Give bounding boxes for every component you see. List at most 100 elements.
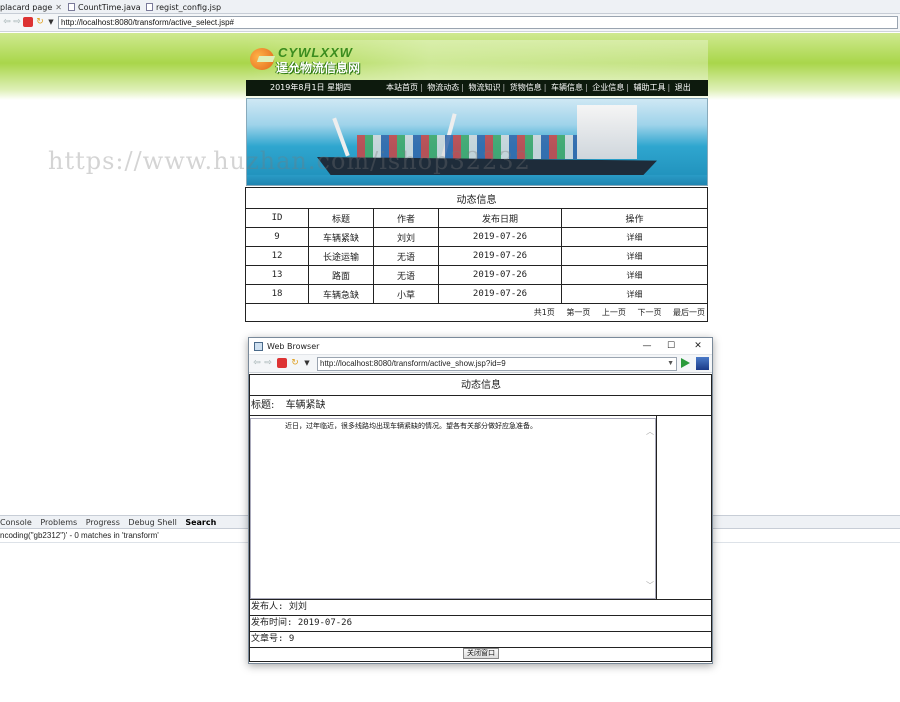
sea-water xyxy=(247,175,707,185)
popup-content: 动态信息 标题: 车辆紧缺 近日，过年临近，很多线路均出现车辆紧缺的情况。望各有… xyxy=(249,374,712,662)
detail-article-no: 文章号: 9 xyxy=(249,632,712,648)
logo-icon xyxy=(250,48,274,70)
detail-link[interactable]: 详细 xyxy=(561,284,708,304)
url-input[interactable]: http://localhost:8080/transform/active_s… xyxy=(58,16,898,29)
go-icon[interactable] xyxy=(681,358,690,368)
col-header-author: 作者 xyxy=(373,208,439,228)
java-file-icon xyxy=(68,3,75,11)
editor-tab-counttime[interactable]: CountTime.java xyxy=(68,2,141,13)
logo-english: CYWLXXW xyxy=(278,45,353,60)
popup-url-text: http://localhost:8080/transform/active_s… xyxy=(320,359,506,368)
editor-tab-regist-config[interactable]: regist_config.jsp xyxy=(146,2,221,13)
nav-logout[interactable]: 退出 xyxy=(675,83,691,92)
detail-button-row: 关闭窗口 xyxy=(249,648,712,662)
site-logo-area: CYWLXXW 逞允物流信息网 xyxy=(246,40,708,80)
chevron-down-icon[interactable]: ▼ xyxy=(302,358,312,368)
tab-label: CountTime.java xyxy=(78,3,141,12)
chevron-down-icon[interactable]: ▼ xyxy=(46,17,56,27)
popup-url-input[interactable]: http://localhost:8080/transform/active_s… xyxy=(317,357,677,371)
pager: 共1页 第一页 上一页 下一页 最后一页 xyxy=(245,303,708,322)
stop-icon[interactable] xyxy=(23,17,33,27)
search-result-line: ncoding("gb2312")' - 0 matches in 'trans… xyxy=(0,531,159,540)
ide-panel-tabs-right xyxy=(712,515,900,529)
open-external-icon[interactable] xyxy=(696,357,709,370)
jsp-file-icon xyxy=(146,3,153,11)
detail-link[interactable]: 详细 xyxy=(561,265,708,285)
cell-date: 2019-07-26 xyxy=(438,265,562,285)
tab-debug-shell[interactable]: Debug Shell xyxy=(128,518,176,527)
nav-cargo-info[interactable]: 货物信息 xyxy=(510,83,542,92)
popup-title: Web Browser xyxy=(267,342,320,351)
nav-logistics-knowledge[interactable]: 物流知识 xyxy=(469,83,501,92)
minimize-icon[interactable]: — xyxy=(636,338,658,354)
detail-title-label: 标题: xyxy=(251,400,275,411)
tab-label: placard page xyxy=(0,3,53,12)
col-header-title: 标题 xyxy=(308,208,374,228)
watermark-text: https://www.huzhan.com/ishop32232 xyxy=(48,147,531,175)
back-icon[interactable]: ⇦ xyxy=(2,17,12,27)
detail-heading: 动态信息 xyxy=(249,374,712,396)
cell-title: 路面 xyxy=(308,265,374,285)
detail-publisher: 发布人: 刘刘 xyxy=(249,600,712,616)
close-window-button[interactable]: 关闭窗口 xyxy=(463,648,499,659)
cell-title: 长途运输 xyxy=(308,246,374,266)
close-icon[interactable]: ✕ xyxy=(55,3,62,12)
cell-title: 车辆紧缺 xyxy=(308,227,374,247)
body-divider xyxy=(656,416,657,600)
tab-problems[interactable]: Problems xyxy=(40,518,77,527)
nav-home[interactable]: 本站首页 xyxy=(386,83,418,92)
logo-chinese: 逞允物流信息网 xyxy=(276,61,361,75)
chevron-down-icon[interactable]: ▼ xyxy=(667,358,674,370)
popup-window: Web Browser — ☐ ✕ ⇦ ⇨ ↻ ▼ http://localho… xyxy=(248,337,713,664)
pager-next[interactable]: 下一页 xyxy=(637,308,661,317)
table-header-row: ID 标题 作者 发布日期 操作 xyxy=(245,208,708,228)
col-header-action: 操作 xyxy=(561,208,708,228)
back-icon[interactable]: ⇦ xyxy=(252,358,262,368)
nav-links: 本站首页 | 物流动态 | 物流知识 | 货物信息 | 车辆信息 | 企业信息 | 辅助工具… xyxy=(386,83,691,92)
cell-author: 刘刘 xyxy=(373,227,439,247)
table-row: 13 路面 无语 2019-07-26 详细 xyxy=(245,265,708,285)
table-row: 9 车辆紧缺 刘刘 2019-07-26 详细 xyxy=(245,227,708,247)
detail-body-textarea[interactable]: 近日，过年临近，很多线路均出现车辆紧缺的情况。望各有关部分做好应急准备。 xyxy=(250,418,656,599)
maximize-icon[interactable]: ☐ xyxy=(660,338,682,354)
refresh-icon[interactable]: ↻ xyxy=(35,17,45,27)
refresh-icon[interactable]: ↻ xyxy=(290,358,300,368)
popup-titlebar[interactable]: Web Browser — ☐ ✕ xyxy=(249,338,712,355)
editor-tab-strip: placard page ✕ CountTime.java regist_conf… xyxy=(0,0,900,14)
editor-tab-placard[interactable]: placard page ✕ xyxy=(0,2,62,13)
table-row: 18 车辆急缺 小草 2019-07-26 详细 xyxy=(245,284,708,304)
tab-console[interactable]: Console xyxy=(0,518,32,527)
browser-toolbar: ⇦ ⇨ ↻ ▼ http://localhost:8080/transform/… xyxy=(0,14,900,32)
detail-link[interactable]: 详细 xyxy=(561,227,708,247)
news-table: 动态信息 ID 标题 作者 发布日期 操作 9 车辆紧缺 刘刘 2019-07-… xyxy=(245,187,708,322)
site-nav-bar: 2019年8月1日 星期四 本站首页 | 物流动态 | 物流知识 | 货物信息 | 车辆… xyxy=(246,80,708,96)
detail-body: 近日，过年临近，很多线路均出现车辆紧缺的情况。望各有关部分做好应急准备。 ︿ ﹀ xyxy=(249,416,712,600)
stop-icon[interactable] xyxy=(277,358,287,368)
pager-last[interactable]: 最后一页 xyxy=(673,308,705,317)
col-header-date: 发布日期 xyxy=(438,208,562,228)
browser-window-icon xyxy=(254,342,263,351)
nav-logistics-news[interactable]: 物流动态 xyxy=(427,83,459,92)
ship-bridge xyxy=(577,105,637,159)
nav-tools[interactable]: 辅助工具 xyxy=(634,83,666,92)
cell-date: 2019-07-26 xyxy=(438,246,562,266)
scroll-down-icon[interactable]: ﹀ xyxy=(646,580,654,591)
tab-progress[interactable]: Progress xyxy=(86,518,120,527)
detail-publish-time: 发布时间: 2019-07-26 xyxy=(249,616,712,632)
detail-title-value: 车辆紧缺 xyxy=(285,400,326,411)
close-icon[interactable]: ✕ xyxy=(687,338,709,354)
cell-author: 无语 xyxy=(373,265,439,285)
forward-icon[interactable]: ⇨ xyxy=(12,17,22,27)
forward-icon[interactable]: ⇨ xyxy=(263,358,273,368)
table-row: 12 长途运输 无语 2019-07-26 详细 xyxy=(245,246,708,266)
nav-company-info[interactable]: 企业信息 xyxy=(592,83,624,92)
ide-panel-tabs: Console Problems Progress Debug Shell Se… xyxy=(0,515,248,529)
scroll-up-icon[interactable]: ︿ xyxy=(646,426,654,437)
tab-search[interactable]: Search xyxy=(185,518,216,527)
pager-prev[interactable]: 上一页 xyxy=(602,308,626,317)
cell-id: 18 xyxy=(245,284,309,304)
pager-total: 共1页 xyxy=(533,308,555,317)
nav-vehicle-info[interactable]: 车辆信息 xyxy=(551,83,583,92)
pager-first[interactable]: 第一页 xyxy=(566,308,590,317)
detail-link[interactable]: 详细 xyxy=(561,246,708,266)
